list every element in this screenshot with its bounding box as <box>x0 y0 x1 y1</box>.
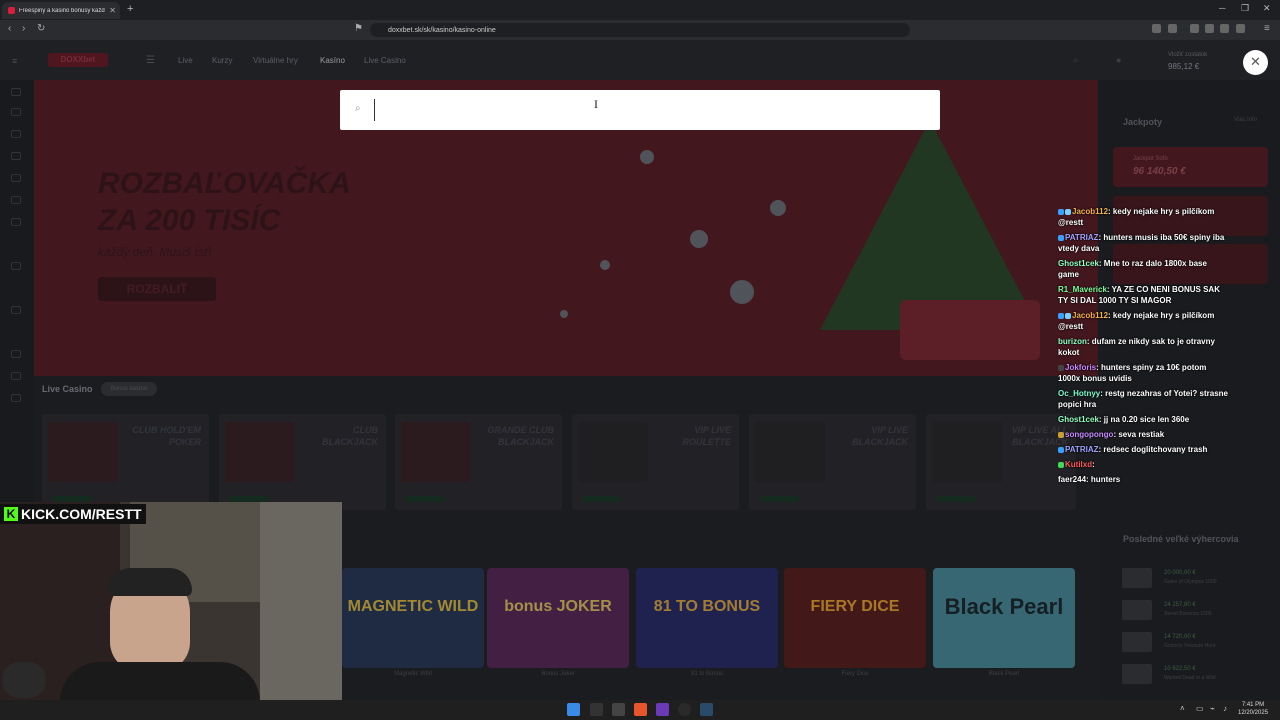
chat-badge-icon <box>1058 312 1064 319</box>
chat-username[interactable]: Ghost1cek <box>1058 415 1099 424</box>
clock-date: 12/20/2025 <box>1238 710 1269 716</box>
kick-logo-icon: K <box>4 507 18 521</box>
chat-badge-icon <box>1058 208 1064 215</box>
menu-icon[interactable]: ≡ <box>1264 23 1270 34</box>
chat-badge-icon <box>1058 364 1064 371</box>
chat-username[interactable]: PATRIAZ <box>1065 233 1098 242</box>
kick-channel-label: K KICK.COM/RESTT <box>0 504 146 524</box>
chat-message: Jacob112: kedy nejake hry s pilčíkom @re… <box>1058 310 1228 332</box>
chat-text: hunters <box>1090 475 1121 484</box>
chat-message: burizon: dufam ze nikdy sak to je otravn… <box>1058 336 1228 358</box>
chat-badge-icon <box>1058 461 1064 468</box>
network-icon[interactable]: ⌁ <box>1210 704 1215 713</box>
site-favicon-icon <box>8 7 15 14</box>
text-caret <box>374 99 375 121</box>
chat-badge-icon <box>1065 208 1071 215</box>
taskbar-app-icon[interactable] <box>590 703 603 716</box>
taskbar-app-icon[interactable] <box>678 703 691 716</box>
steam-icon[interactable] <box>700 703 713 716</box>
chat-username[interactable]: faer244 <box>1058 475 1086 484</box>
clock-time: 7:41 PM <box>1241 702 1265 708</box>
volume-icon[interactable]: ♪ <box>1223 704 1227 713</box>
chat-message: Oc_Hotnyy: restg nezahras of Yotei? stra… <box>1058 388 1228 410</box>
chat-message: R1_Maverick: YA ZE CO NENI BONUS SAK TY … <box>1058 284 1228 306</box>
shield-icon[interactable] <box>1220 24 1229 33</box>
back-icon[interactable]: ‹ <box>8 23 11 34</box>
window-close-icon[interactable]: ✕ <box>1263 3 1271 14</box>
wallet-icon[interactable] <box>1205 24 1214 33</box>
chat-message: Kutilxd: <box>1058 459 1228 470</box>
channel-name: KICK.COM/RESTT <box>21 506 142 522</box>
chat-separator: : <box>1092 460 1095 469</box>
chat-username[interactable]: Oc_Hotnyy <box>1058 389 1100 398</box>
vpn-icon[interactable] <box>1236 24 1245 33</box>
chat-text: jj na 0.20 sice len 360e <box>1103 415 1190 424</box>
chat-message: Jacob112: kedy nejake hry s pilčíkom @re… <box>1058 206 1228 228</box>
chat-username[interactable]: burizon <box>1058 337 1087 346</box>
new-tab-icon[interactable]: + <box>127 3 133 15</box>
maximize-icon[interactable]: ❐ <box>1241 3 1249 14</box>
tab-title: Freespiny a kasino bonusy každý deň <box>19 7 105 14</box>
ibeam-cursor-icon: I <box>594 97 598 111</box>
tray-chevron-icon[interactable]: ˄ <box>1180 704 1185 713</box>
tray-monitor-icon[interactable]: ▭ <box>1196 704 1204 713</box>
chat-username[interactable]: Jacob112 <box>1072 207 1108 216</box>
close-tab-icon[interactable]: ✕ <box>109 6 116 15</box>
chat-message: Ghost1cek: jj na 0.20 sice len 360e <box>1058 414 1228 425</box>
address-bar[interactable]: doxxbet.sk/sk/kasino/kasino-online <box>370 23 910 37</box>
chat-username[interactable]: R1_Maverick <box>1058 285 1107 294</box>
url-text: doxxbet.sk/sk/kasino/kasino-online <box>388 26 496 34</box>
chat-text: redsec doglitchovany trash <box>1103 445 1208 454</box>
chat-message: PATRIAZ: redsec doglitchovany trash <box>1058 444 1228 455</box>
brave-icon[interactable] <box>634 703 647 716</box>
extension-icon[interactable] <box>1152 24 1161 33</box>
browser-tab-bar <box>0 0 1280 20</box>
mascot-sticker <box>2 662 46 698</box>
chat-badge-icon <box>1058 431 1064 438</box>
search-input[interactable] <box>372 96 932 124</box>
taskbar-app-icon[interactable] <box>656 703 669 716</box>
chat-message: Jokforis: hunters spiny za 10€ potom 100… <box>1058 362 1228 384</box>
minimize-icon[interactable]: ─ <box>1219 3 1225 13</box>
chat-username[interactable]: PATRIAZ <box>1065 445 1098 454</box>
reload-icon[interactable]: ↻ <box>37 23 45 34</box>
streamer-webcam <box>0 502 342 700</box>
chat-badge-icon <box>1058 234 1064 241</box>
stream-chat: Jacob112: kedy nejake hry s pilčíkom @re… <box>1058 206 1228 489</box>
webcam-background <box>260 502 342 700</box>
chat-message: songopongo: seva restiak <box>1058 429 1228 440</box>
browser-tab-active[interactable]: Freespiny a kasino bonusy každý deň ✕ <box>2 2 120 19</box>
taskbar-clock[interactable]: 7:41 PM 12/20/2025 <box>1238 701 1268 717</box>
chat-username[interactable]: Ghost1cek <box>1058 259 1099 268</box>
chat-username[interactable]: Jokforis <box>1065 363 1096 372</box>
streamer-hair <box>108 568 192 596</box>
chat-message: faer244: hunters <box>1058 474 1228 485</box>
chat-badge-icon <box>1065 312 1071 319</box>
taskbar-app-icon[interactable] <box>612 703 625 716</box>
forward-icon[interactable]: › <box>22 23 25 34</box>
bookmark-icon[interactable]: ⚑ <box>354 23 363 34</box>
streamer-shirt <box>60 662 260 700</box>
chat-message: Ghost1cek: Mne to raz dalo 1800x base ga… <box>1058 258 1228 280</box>
chat-badge-icon <box>1058 446 1064 453</box>
start-icon[interactable] <box>567 703 580 716</box>
chat-username[interactable]: songopongo <box>1065 430 1113 439</box>
chat-text: seva restiak <box>1118 430 1165 439</box>
chat-message: PATRIAZ: hunters musis iba 50€ spiny iba… <box>1058 232 1228 254</box>
extension-icon[interactable] <box>1168 24 1177 33</box>
close-search-button[interactable]: ✕ <box>1243 50 1268 75</box>
search-icon: ⌕ <box>355 103 361 114</box>
sidebar-icon[interactable] <box>1190 24 1199 33</box>
chat-username[interactable]: Jacob112 <box>1072 311 1108 320</box>
chat-username[interactable]: Kutilxd <box>1065 460 1092 469</box>
